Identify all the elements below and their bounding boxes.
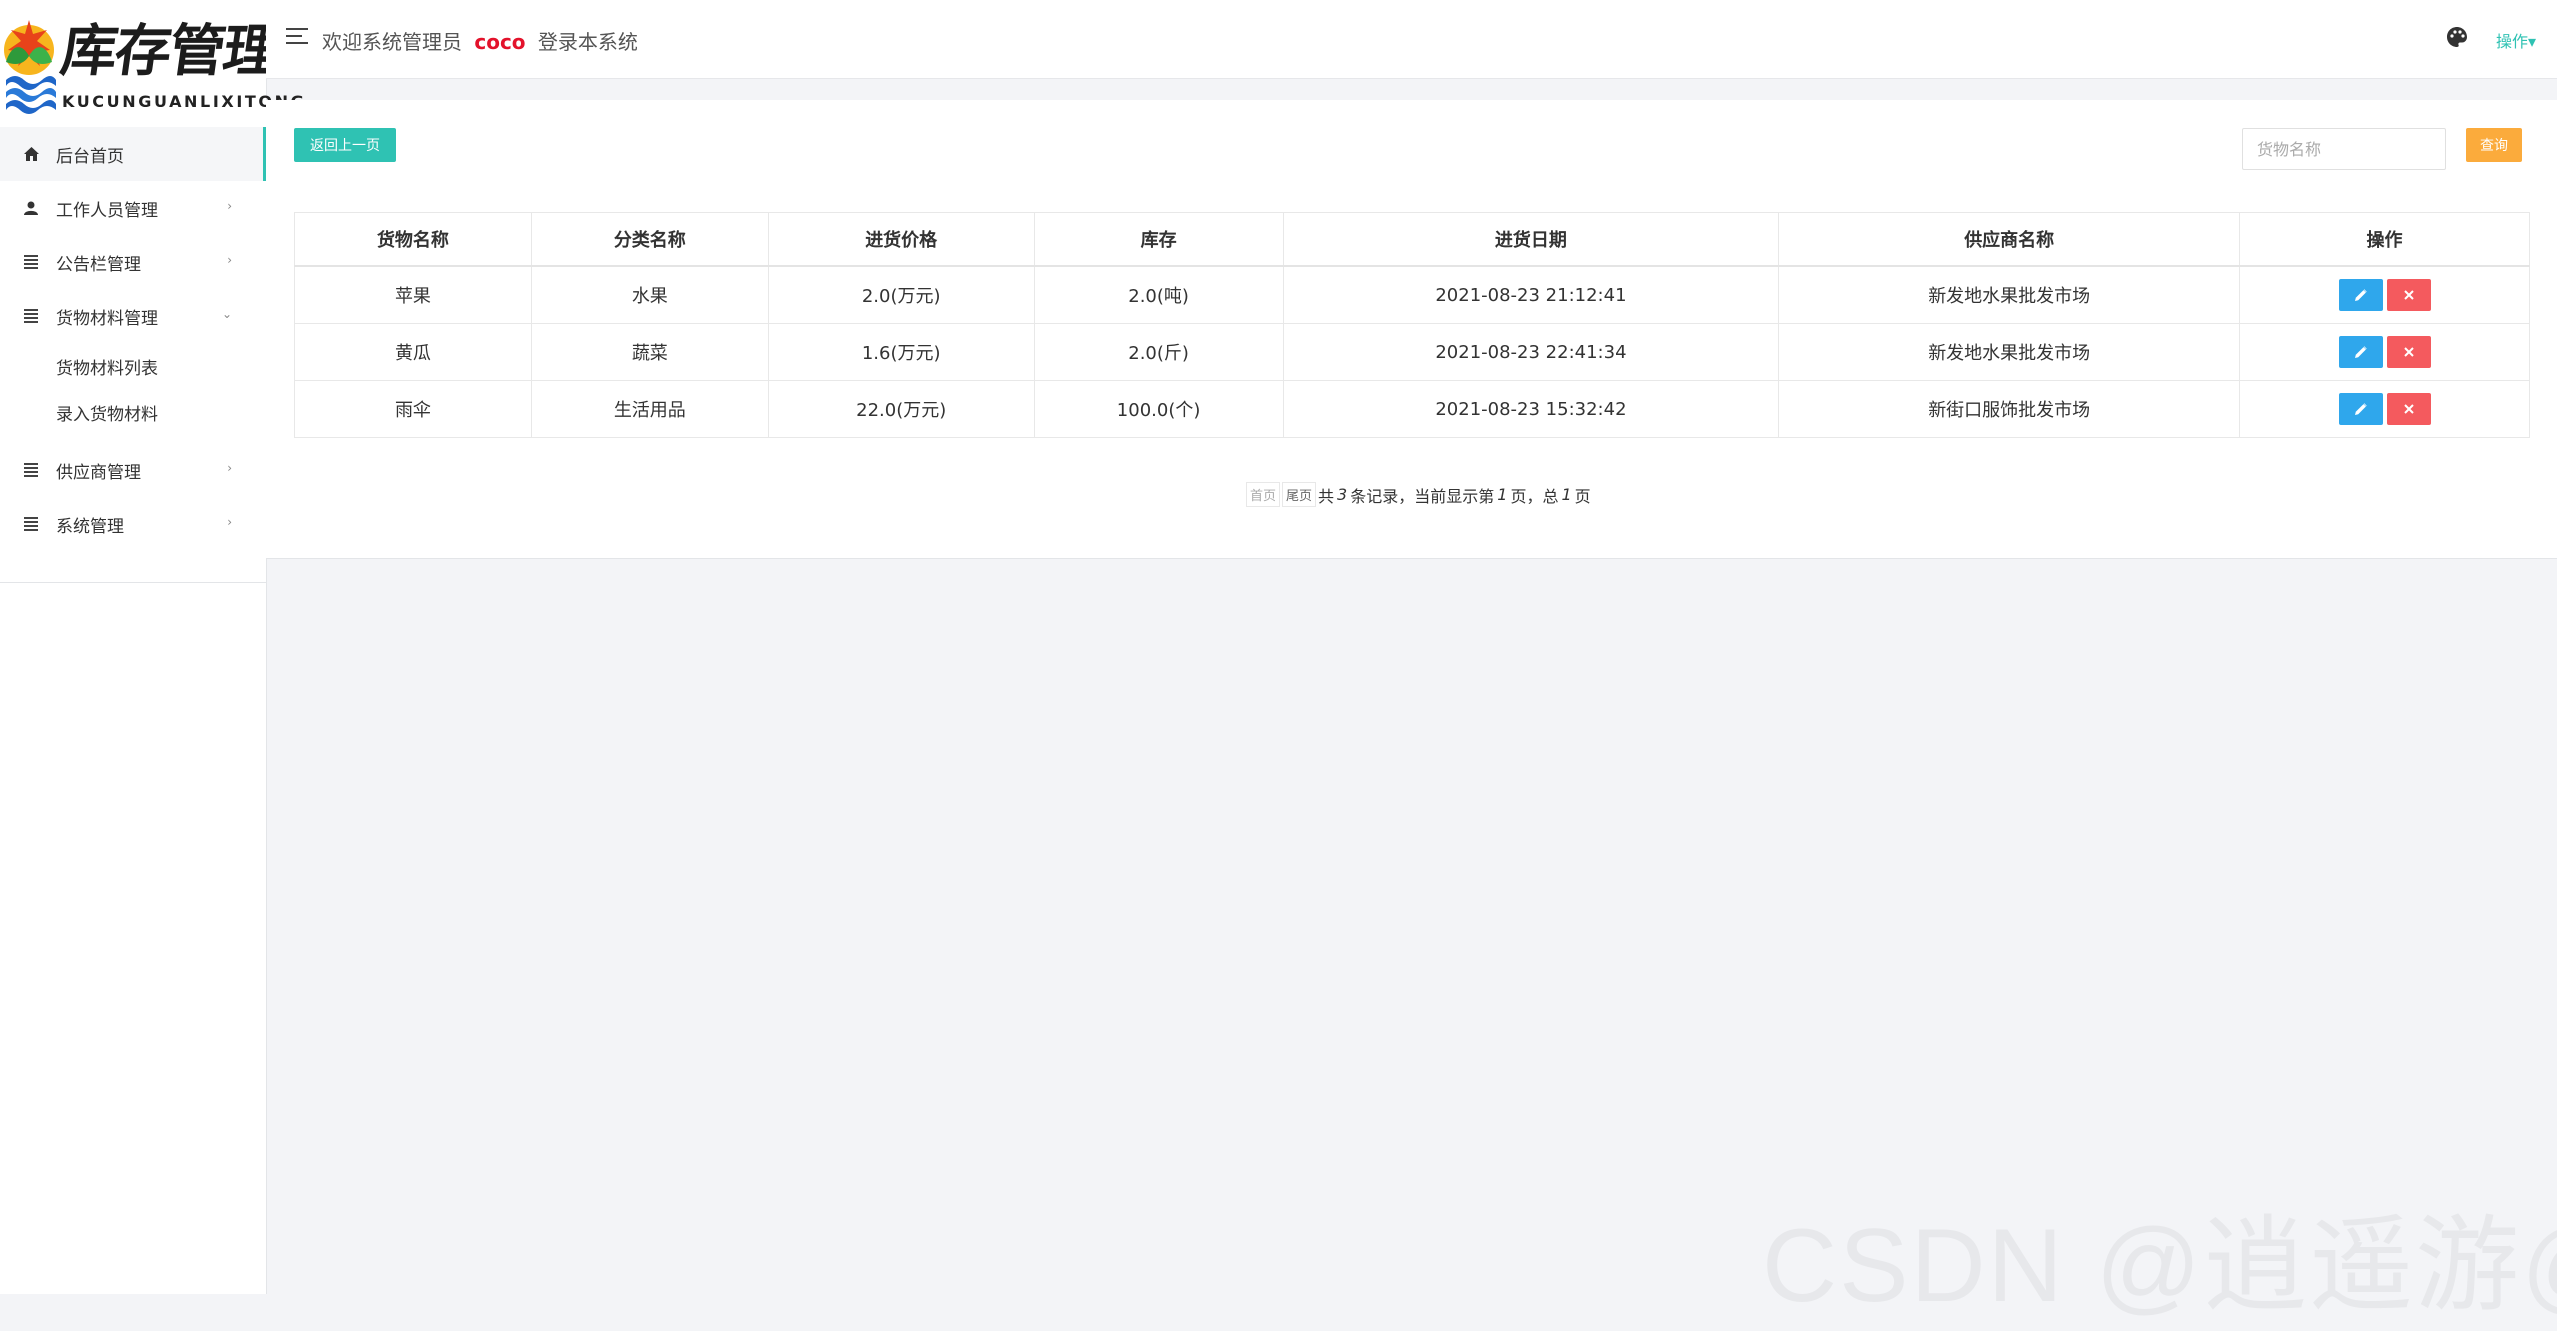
logo[interactable]: 库存管理系统 KUCUNGUANLIXITONG xyxy=(0,0,390,122)
current-username: coco xyxy=(474,30,526,54)
column-header-goods-name: 货物名称 xyxy=(294,212,532,267)
sidebar-item-staff[interactable]: 工作人员管理 › xyxy=(0,181,266,235)
home-icon xyxy=(22,145,40,163)
sidebar-item-label: 系统管理 xyxy=(56,516,124,537)
goods-submenu: 货物材料列表 录入货物材料 xyxy=(0,343,266,435)
delete-button[interactable] xyxy=(2386,336,2431,368)
goods-table: 货物名称 分类名称 进货价格 库存 进货日期 供应商名称 操作 苹果 水果 2.… xyxy=(294,212,2530,438)
cell-supplier: 新发地水果批发市场 xyxy=(1778,323,2241,381)
sidebar-item-label: 货物材料管理 xyxy=(56,308,158,329)
logo-emblem-icon xyxy=(4,20,56,114)
sidebar-item-label: 供应商管理 xyxy=(56,462,141,483)
sidebar-item-label: 工作人员管理 xyxy=(56,200,158,221)
cell-stock: 2.0(斤) xyxy=(1033,323,1284,381)
submenu-item-goods-list[interactable]: 货物材料列表 xyxy=(0,343,266,389)
table-row: 雨伞 生活用品 22.0(万元) 100.0(个) 2021-08-23 15:… xyxy=(294,380,2530,438)
pager-text: 页，总 xyxy=(1510,486,1559,506)
welcome-prefix: 欢迎系统管理员 xyxy=(322,30,462,54)
chevron-right-icon: › xyxy=(227,199,232,213)
sidebar-item-label: 公告栏管理 xyxy=(56,254,141,275)
sidebar-item-system[interactable]: 系统管理 › xyxy=(0,497,266,551)
table-row: 黄瓜 蔬菜 1.6(万元) 2.0(斤) 2021-08-23 22:41:34… xyxy=(294,323,2530,381)
cell-stock: 100.0(个) xyxy=(1033,380,1284,438)
pencil-icon xyxy=(2354,346,2367,358)
column-header-stock: 库存 xyxy=(1033,212,1284,267)
sidebar-item-label: 后台首页 xyxy=(56,146,124,167)
sidebar-item-home[interactable]: 后台首页 xyxy=(0,127,266,181)
palette-icon[interactable] xyxy=(2446,26,2468,48)
operations-dropdown[interactable]: 操作▾ xyxy=(2496,28,2536,52)
pager-text: 条记录，当前显示第 xyxy=(1350,486,1495,506)
sidebar: 库存管理系统 KUCUNGUANLIXITONG 后台首页 工作人员管理 › 公… xyxy=(0,0,390,1294)
list-icon xyxy=(22,307,40,325)
pager-text: 共 xyxy=(1318,486,1335,506)
pencil-icon xyxy=(2354,403,2367,415)
cell-goods-name: 黄瓜 xyxy=(294,323,532,381)
cell-supplier: 新街口服饰批发市场 xyxy=(1778,380,2241,438)
cell-date: 2021-08-23 21:12:41 xyxy=(1282,265,1780,324)
welcome-message: 欢迎系统管理员 coco 登录本系统 xyxy=(322,26,638,55)
list-icon xyxy=(22,515,40,533)
cell-actions xyxy=(2239,380,2530,438)
cell-date: 2021-08-23 22:41:34 xyxy=(1282,323,1780,381)
sidebar-item-supplier[interactable]: 供应商管理 › xyxy=(0,443,266,497)
cell-price: 2.0(万元) xyxy=(767,265,1035,324)
cell-supplier: 新发地水果批发市场 xyxy=(1778,265,2241,324)
cell-price: 1.6(万元) xyxy=(767,323,1035,381)
cell-goods-name: 苹果 xyxy=(294,265,532,324)
cell-goods-name: 雨伞 xyxy=(294,380,532,438)
user-icon xyxy=(22,199,40,217)
column-header-date: 进货日期 xyxy=(1282,212,1780,267)
chevron-right-icon: › xyxy=(227,515,232,529)
edit-button[interactable] xyxy=(2338,393,2383,425)
content-panel: 返回上一页 查询 货物名称 分类名称 进货价格 库存 进货日期 供应商名称 操作… xyxy=(266,100,2557,559)
column-header-actions: 操作 xyxy=(2239,212,2530,267)
column-header-category: 分类名称 xyxy=(530,212,769,267)
cell-date: 2021-08-23 15:32:42 xyxy=(1282,380,1780,438)
pager-total-pages: 1 xyxy=(1561,485,1572,504)
pager-text: 页 xyxy=(1574,486,1591,506)
delete-button[interactable] xyxy=(2386,279,2431,311)
pencil-icon xyxy=(2354,289,2367,301)
close-icon xyxy=(2403,404,2414,414)
back-button[interactable]: 返回上一页 xyxy=(294,128,396,162)
close-icon xyxy=(2403,347,2414,357)
edit-button[interactable] xyxy=(2338,336,2383,368)
close-icon xyxy=(2403,290,2414,300)
pagination: 首页 尾页 共 3 条记录，当前显示第 1 页，总 1 页 xyxy=(1246,482,1591,507)
column-header-price: 进货价格 xyxy=(767,212,1035,267)
column-header-supplier: 供应商名称 xyxy=(1778,212,2241,267)
cell-category: 蔬菜 xyxy=(530,323,769,381)
chevron-down-icon: ⌄ xyxy=(221,307,232,321)
pager-current-page: 1 xyxy=(1497,485,1508,504)
sidebar-item-goods[interactable]: 货物材料管理 ⌄ xyxy=(0,289,266,343)
sidebar-menu: 后台首页 工作人员管理 › 公告栏管理 › 货物材料管理 ⌄ 货物材料列表 录入… xyxy=(0,127,266,551)
welcome-suffix: 登录本系统 xyxy=(537,30,638,54)
cell-actions xyxy=(2239,265,2530,324)
query-button[interactable]: 查询 xyxy=(2466,128,2522,162)
menu-toggle-icon[interactable] xyxy=(286,28,308,46)
goods-name-search-input[interactable] xyxy=(2242,128,2446,170)
cell-category: 水果 xyxy=(530,265,769,324)
chevron-right-icon: › xyxy=(227,253,232,267)
top-header: 欢迎系统管理员 coco 登录本系统 操作▾ xyxy=(266,0,2557,79)
table-header-row: 货物名称 分类名称 进货价格 库存 进货日期 供应商名称 操作 xyxy=(294,212,2530,267)
last-page-button[interactable]: 尾页 xyxy=(1282,482,1317,507)
pager-total-records: 3 xyxy=(1337,485,1348,504)
cell-price: 22.0(万元) xyxy=(767,380,1035,438)
delete-button[interactable] xyxy=(2386,393,2431,425)
sidebar-divider xyxy=(0,582,266,583)
watermark: CSDN @逍遥游@ xyxy=(1762,1208,2557,1324)
table-row: 苹果 水果 2.0(万元) 2.0(吨) 2021-08-23 21:12:41… xyxy=(294,265,2530,324)
submenu-item-add-goods[interactable]: 录入货物材料 xyxy=(0,389,266,435)
chevron-right-icon: › xyxy=(227,461,232,475)
first-page-button[interactable]: 首页 xyxy=(1246,482,1281,507)
cell-stock: 2.0(吨) xyxy=(1033,265,1284,324)
edit-button[interactable] xyxy=(2338,279,2383,311)
list-icon xyxy=(22,253,40,271)
cell-actions xyxy=(2239,323,2530,381)
cell-category: 生活用品 xyxy=(530,380,769,438)
list-icon xyxy=(22,461,40,479)
sidebar-item-notice[interactable]: 公告栏管理 › xyxy=(0,235,266,289)
